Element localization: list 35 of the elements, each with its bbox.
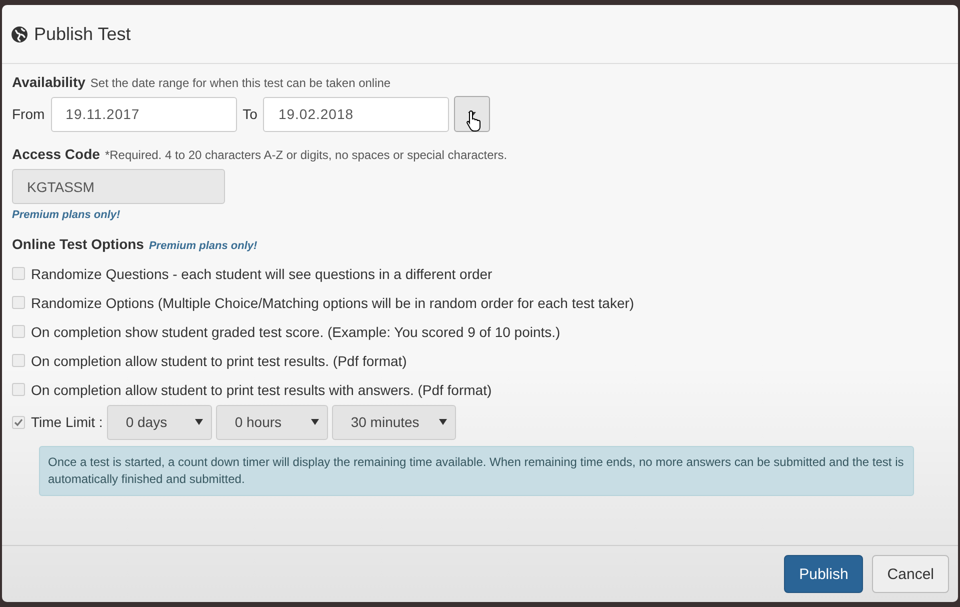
checkbox[interactable] bbox=[12, 325, 25, 338]
section-label: Online Test Options bbox=[12, 236, 144, 252]
caret-icon bbox=[194, 419, 203, 425]
option-label: Randomize Questions - each student will see questions in a different order bbox=[31, 266, 492, 282]
option-label: Randomize Options (Multiple Choice/Matching options will be in random order for each test taker) bbox=[31, 294, 634, 310]
checkbox[interactable] bbox=[12, 354, 25, 367]
option-label: On completion allow student to print test results. (Pdf format) bbox=[31, 352, 407, 368]
caret-icon bbox=[310, 419, 319, 425]
globe-icon bbox=[11, 26, 28, 42]
section-label: Access Code bbox=[12, 146, 100, 162]
from-date-field[interactable]: 19.11.2017 bbox=[50, 96, 237, 132]
premium-note: Premium plans only! bbox=[12, 209, 122, 221]
time-select[interactable]: 0 days bbox=[106, 404, 212, 440]
checkbox[interactable] bbox=[12, 416, 25, 428]
to-date-field[interactable]: 19.02.2018 bbox=[263, 96, 450, 132]
section-label: Availability bbox=[12, 74, 86, 90]
time-limit-label: Time Limit : bbox=[31, 414, 103, 430]
premium-note: Premium plans only! bbox=[148, 240, 258, 252]
checkbox[interactable] bbox=[12, 296, 25, 309]
time-select[interactable]: 0 hours bbox=[216, 404, 328, 440]
from-label: From bbox=[12, 106, 45, 122]
option-label: On completion show student graded test score. (Example: You scored 9 of 10 points.) bbox=[31, 324, 560, 340]
checkbox[interactable] bbox=[12, 267, 25, 280]
to-label: To bbox=[242, 106, 258, 122]
checkbox[interactable] bbox=[12, 383, 25, 396]
info-alert: Once a test is started, a count down timer will display the remaining time available. When remaining time ends, no more answers can be submitted and the test is automatically finished and submitted. bbox=[39, 446, 914, 496]
caret-icon bbox=[438, 419, 447, 425]
section-hint: Set the date range for when this test can be taken online bbox=[90, 76, 391, 90]
publish-button[interactable]: Publish bbox=[784, 555, 864, 593]
cancel-button[interactable]: Cancel bbox=[872, 555, 949, 593]
time-select[interactable]: 30 minutes bbox=[332, 404, 456, 440]
dialog-title: Publish Test bbox=[34, 24, 131, 44]
option-label: On completion allow student to print test results with answers. (Pdf format) bbox=[31, 382, 492, 398]
section-hint: *Required. 4 to 20 characters A-Z or digits, no spaces or special characters. bbox=[104, 148, 508, 162]
hand-cursor-icon bbox=[466, 110, 482, 132]
